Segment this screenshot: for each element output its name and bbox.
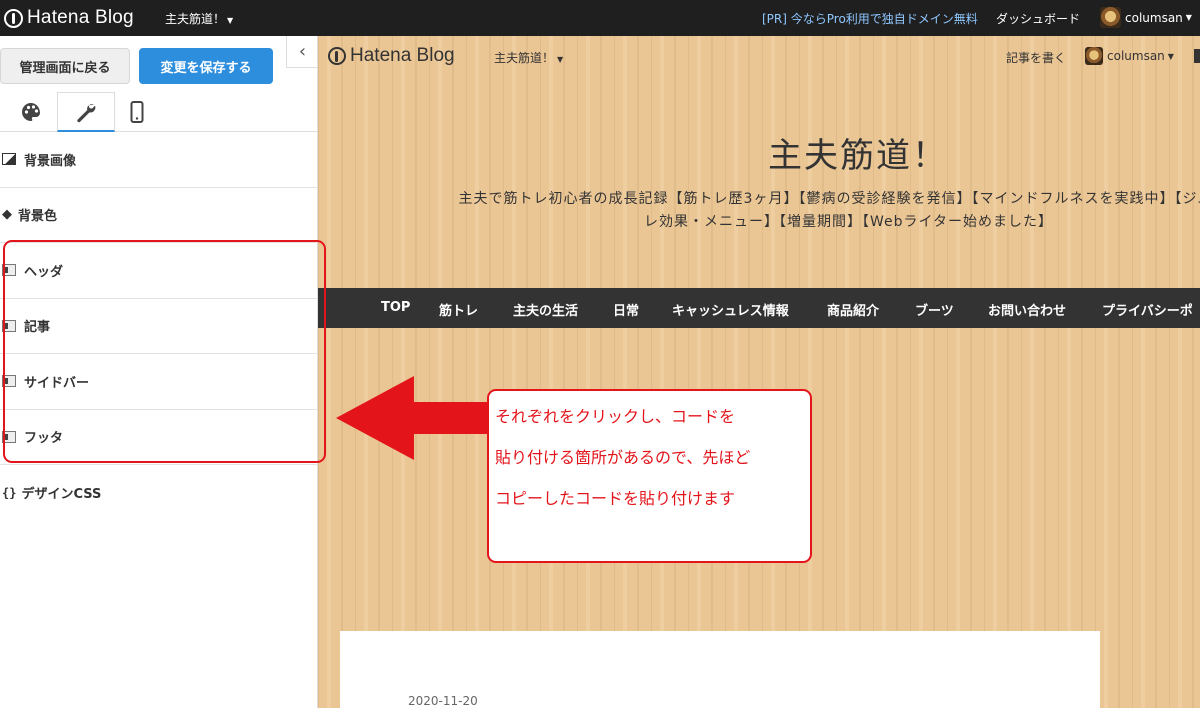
preview-blog-switcher[interactable]: 主夫筋道！ ▼	[494, 49, 563, 66]
tab-smartphone[interactable]	[108, 92, 166, 132]
caret-down-icon: ▼	[1185, 13, 1192, 22]
blog-title[interactable]: 主夫筋道！	[768, 128, 948, 177]
caret-down-icon: ▼	[557, 55, 564, 64]
blog-switcher-label: 主夫筋道！	[165, 12, 226, 26]
palette-icon	[22, 103, 40, 121]
user-menu[interactable]: columsan ▼	[1100, 7, 1192, 28]
annotation-callout: それぞれをクリックし、コードを 貼り付ける箇所があるので、先ほど コピーしたコー…	[487, 389, 812, 563]
menu-item-design-css[interactable]: {} デザインCSS	[0, 465, 318, 521]
avatar	[1085, 47, 1103, 65]
nav-item[interactable]: 日常	[613, 300, 639, 319]
menu-item-label: 背景色	[18, 209, 58, 225]
blog-description: 主夫で筋トレ初心者の成長記録【筋トレ歴3ヶ月】【鬱病の受診経験を発信】【マインド…	[458, 191, 1200, 207]
nav-item[interactable]: ブーツ	[915, 300, 954, 319]
article-date: 2020-11-20	[408, 694, 478, 708]
avatar	[1100, 7, 1121, 28]
nav-item[interactable]: プライバシーポ	[1102, 300, 1193, 319]
panel-tabs	[0, 92, 318, 132]
chevron-left-icon: ‹	[298, 41, 307, 62]
annotation-line: 貼り付ける箇所があるので、先ほど	[495, 448, 751, 467]
hatena-logo-icon	[328, 47, 346, 65]
tab-customize[interactable]	[57, 92, 115, 132]
preview-hatena-logo[interactable]: Hatena Blog	[328, 45, 455, 67]
hatena-logo[interactable]: Hatena Blog	[4, 7, 134, 29]
nav-item[interactable]: TOP	[381, 300, 410, 315]
preview-header-bar: Hatena Blog 主夫筋道！ ▼ 記事を書く columsan ▼	[318, 36, 1200, 76]
nav-item[interactable]: 筋トレ	[439, 300, 478, 319]
back-to-admin-button[interactable]: 管理画面に戻る	[0, 48, 130, 84]
hatena-logo-icon	[4, 8, 23, 28]
menu-item-background-color[interactable]: ◆ 背景色	[0, 188, 318, 243]
menu-item-label: 背景画像	[24, 153, 77, 169]
article-card: 2020-11-20	[340, 631, 1100, 708]
collapse-panel-button[interactable]: ‹	[286, 36, 318, 68]
annotation-line: コピーしたコードを貼り付けます	[495, 489, 736, 508]
username: columsan	[1125, 10, 1183, 25]
tab-design[interactable]	[2, 92, 60, 132]
css-braces-icon: {}	[2, 485, 17, 500]
smartphone-icon	[130, 101, 144, 123]
nav-item[interactable]: 主夫の生活	[513, 300, 578, 319]
global-nav: TOP 筋トレ 主夫の生活 日常 キャッシュレス情報 商品紹介 ブーツ お問い合…	[318, 288, 1200, 328]
menu-item-label: デザインCSS	[21, 487, 102, 503]
highlight-box	[3, 240, 326, 463]
blog-preview: Hatena Blog 主夫筋道！ ▼ 記事を書く columsan ▼ 主夫筋道！…	[318, 36, 1200, 708]
save-changes-button[interactable]: 変更を保存する	[139, 48, 273, 84]
wrench-icon	[77, 103, 96, 122]
preview-user-menu[interactable]: columsan ▼	[1085, 47, 1174, 65]
preview-username: columsan	[1107, 49, 1165, 63]
dashboard-link[interactable]: ダッシュボード	[996, 10, 1080, 27]
nav-item[interactable]: キャッシュレス情報	[672, 300, 789, 319]
hatena-logo-text: Hatena Blog	[27, 7, 134, 28]
nav-item[interactable]: お問い合わせ	[988, 300, 1066, 319]
image-icon	[2, 153, 16, 166]
preview-blog-name: 主夫筋道！	[494, 51, 555, 65]
more-menu-icon[interactable]	[1194, 49, 1200, 63]
caret-down-icon: ▼	[1167, 51, 1174, 61]
caret-down-icon: ▼	[227, 16, 234, 25]
hatena-topbar: Hatena Blog 主夫筋道！ ▼ [PR] 今ならPro利用で独自ドメイン無…	[0, 0, 1200, 36]
write-article-link[interactable]: 記事を書く	[1006, 49, 1066, 66]
blog-switcher[interactable]: 主夫筋道！ ▼	[165, 10, 233, 27]
preview-logo-text: Hatena Blog	[350, 45, 455, 66]
annotation-line: それぞれをクリックし、コードを	[495, 407, 736, 426]
nav-item[interactable]: 商品紹介	[827, 300, 879, 319]
paint-bucket-icon: ◆	[2, 207, 12, 223]
pr-link[interactable]: [PR] 今ならPro利用で独自ドメイン無料	[762, 10, 978, 27]
red-arrow-annotation	[336, 376, 488, 460]
menu-item-background-image[interactable]: 背景画像	[0, 132, 318, 188]
blog-description-continued: レ効果・メニュー】【増量期間】【Webライター始めました】	[644, 214, 1053, 230]
